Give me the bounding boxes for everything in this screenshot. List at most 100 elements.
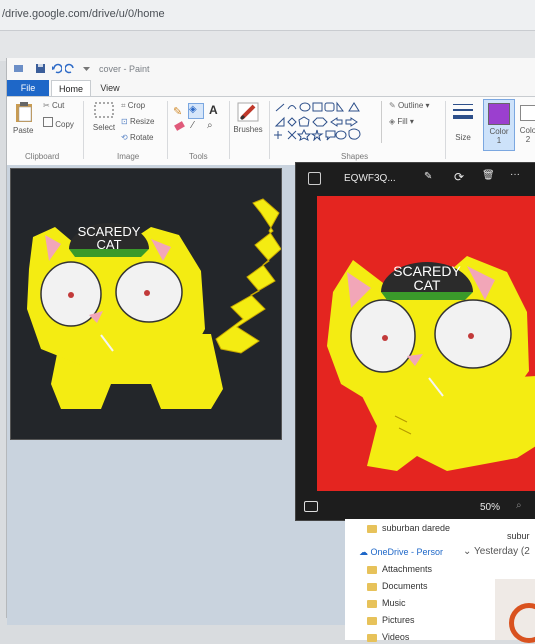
folder-label: Videos	[382, 632, 410, 642]
photos-footer: 50% ⌕	[296, 496, 535, 520]
paste-button[interactable]: Paste	[13, 101, 41, 135]
save-icon[interactable]	[35, 63, 46, 74]
folder-item[interactable]: Attachments	[367, 562, 432, 576]
copy-label: Copy	[55, 120, 74, 129]
drawing-canvas[interactable]: SCAREDY CAT	[10, 168, 282, 440]
window-title: cover - Paint	[99, 64, 150, 74]
select-button[interactable]: Select	[89, 101, 119, 132]
divider	[83, 101, 84, 159]
thumbnail-ring	[509, 603, 535, 643]
size-label: Size	[455, 133, 471, 142]
eyedropper-icon: ⁄	[192, 120, 194, 131]
delete-icon[interactable]: 🗑	[482, 170, 495, 181]
filmstrip-icon[interactable]	[304, 501, 318, 512]
folder-item[interactable]: Videos	[367, 630, 409, 644]
brushes-button[interactable]: Brushes	[233, 101, 263, 134]
divider	[167, 101, 168, 159]
tab-file[interactable]: File	[7, 80, 49, 96]
fill-bucket-icon: ◈	[189, 104, 197, 115]
browser-url-bar[interactable]: /drive.google.com/drive/u/0/home	[0, 0, 535, 31]
outline-button[interactable]: ✎ Outline ▾	[389, 101, 430, 110]
divider	[269, 101, 270, 159]
rotate-icon: ⟲	[121, 133, 128, 142]
resize-button[interactable]: ⊡ Resize	[121, 117, 154, 126]
shapes-gallery[interactable]	[273, 101, 379, 141]
rotate-icon[interactable]: ⟳	[454, 170, 464, 184]
crop-button[interactable]: ⌗ Crop	[121, 101, 145, 111]
magnifier-tool[interactable]: ⌕	[207, 120, 213, 131]
photos-viewer-window: EQWF3Q... ✎ ⟳ 🗑 ··· SCAREDY CAT 50% ⌕	[295, 162, 535, 521]
photo-image[interactable]: SCAREDY CAT	[317, 196, 535, 491]
fill-tool[interactable]: ◈	[188, 103, 204, 119]
eraser-icon	[174, 121, 185, 131]
cut-label: Cut	[51, 101, 65, 110]
size-button[interactable]: Size	[449, 101, 477, 142]
zoom-icon[interactable]: ⌕	[516, 500, 522, 511]
cut-button[interactable]: ✂ Cut	[43, 101, 64, 110]
fill-button[interactable]: ◈ Fill ▾	[389, 117, 414, 126]
color2-button[interactable]: Colo 2	[517, 99, 535, 149]
brush-icon	[237, 102, 259, 122]
ribbon-tabs: File Home View	[7, 80, 535, 97]
folder-icon	[367, 633, 377, 642]
eraser-tool[interactable]	[174, 121, 185, 131]
select-label: Select	[92, 123, 116, 132]
folder-item[interactable]: Music	[367, 596, 406, 610]
crop-label: Crop	[127, 101, 146, 110]
tab-view[interactable]: View	[95, 80, 125, 96]
scissors-icon: ✂	[43, 101, 50, 110]
more-icon[interactable]: ···	[510, 169, 520, 180]
tab-home[interactable]: Home	[51, 80, 91, 97]
divider	[229, 101, 230, 159]
edit-icon[interactable]: ✎	[424, 171, 432, 182]
folder-icon	[367, 524, 377, 533]
line-size-icon	[453, 104, 473, 119]
cloud-icon: ☁	[359, 547, 368, 557]
redo-icon[interactable]	[65, 63, 76, 74]
folder-label: Pictures	[382, 615, 415, 625]
rotate-label: Rotate	[129, 133, 154, 142]
photos-app-icon[interactable]	[308, 172, 321, 185]
pencil-tool[interactable]: ✎	[173, 105, 182, 118]
group-tools: Tools	[189, 152, 208, 161]
group-header[interactable]: ⌄ Yesterday (2	[463, 545, 530, 559]
customize-qat-icon[interactable]	[81, 63, 92, 74]
onedrive-item[interactable]: ☁ OneDrive - Persor	[359, 545, 443, 559]
fill-icon: ◈	[389, 117, 396, 126]
text-tool[interactable]: A	[209, 103, 218, 117]
color1-button[interactable]: Color 1	[483, 99, 515, 151]
crop-icon: ⌗	[121, 101, 126, 110]
file-explorer-window: suburban darede subur ☁ OneDrive - Perso…	[345, 519, 535, 643]
hat-text-cat: CAT	[96, 237, 121, 252]
folder-icon	[367, 582, 377, 591]
rotate-button[interactable]: ⟲ Rotate	[121, 133, 154, 142]
group-header-label: Yesterday (2	[474, 546, 530, 557]
magnifier-icon: ⌕	[207, 120, 213, 131]
pencil-icon: ✎	[173, 106, 183, 118]
color2-number: 2	[525, 135, 531, 144]
folder-item[interactable]: suburban darede	[367, 521, 450, 535]
folder-label: suburban darede	[382, 523, 451, 533]
chevron-down-icon: ⌄	[463, 546, 472, 557]
photos-title: EQWF3Q...	[344, 173, 396, 184]
shapes-scroll[interactable]	[381, 101, 386, 143]
thumbnail-preview[interactable]	[495, 579, 535, 643]
group-clipboard: Clipboard	[25, 152, 60, 161]
paste-label: Paste	[13, 126, 34, 135]
color-picker-tool[interactable]: ⁄	[192, 120, 194, 131]
resize-icon: ⊡	[121, 117, 128, 126]
copy-button[interactable]: Copy	[43, 117, 74, 129]
file-name-partial: subur	[507, 531, 530, 541]
resize-label: Resize	[129, 117, 155, 126]
clipboard-icon	[16, 102, 32, 122]
copy-icon	[43, 117, 53, 127]
url-text: /drive.google.com/drive/u/0/home	[2, 8, 165, 20]
color1-label: Color	[489, 127, 509, 136]
outline-icon: ✎	[389, 101, 396, 110]
background-page	[0, 31, 535, 61]
ribbon: Paste ✂ Cut Copy Clipboard Select ⌗ Crop…	[7, 96, 535, 166]
folder-item[interactable]: Pictures	[367, 613, 415, 627]
folder-icon	[367, 599, 377, 608]
folder-item[interactable]: Documents	[367, 579, 428, 593]
undo-icon[interactable]	[51, 63, 62, 74]
